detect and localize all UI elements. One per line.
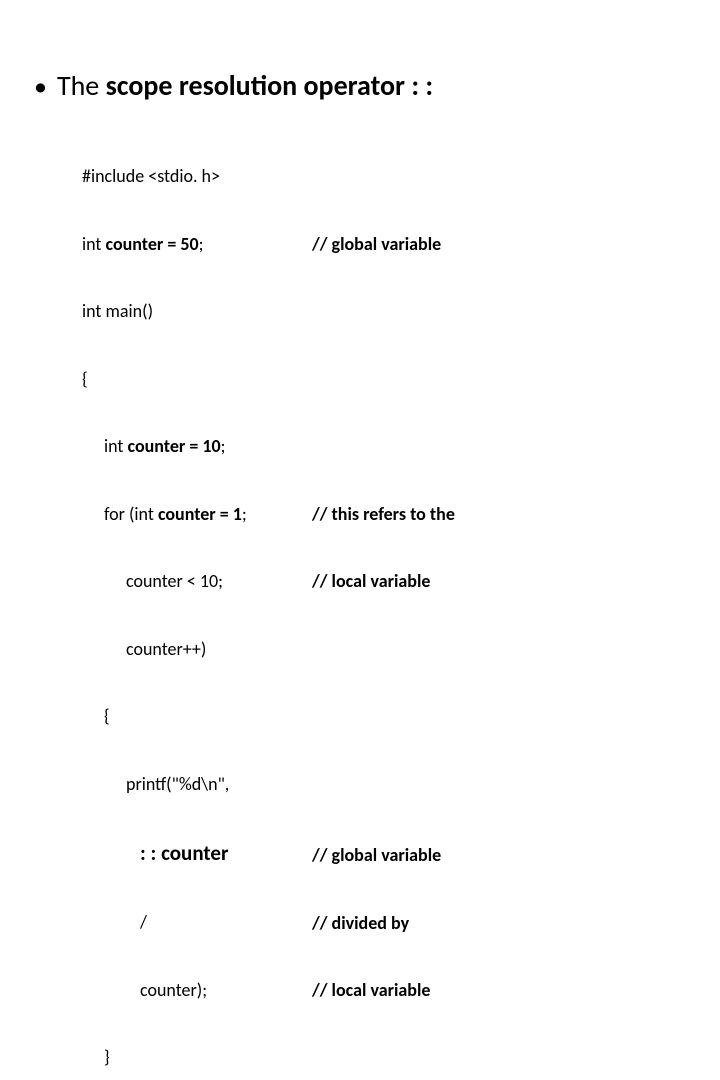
code-column: #include <stdio. h> int counter = 50; in… (82, 120, 312, 1080)
code-text: counter < 10; (126, 570, 223, 592)
code-inner-brace-close: } (82, 1046, 312, 1069)
code-for-init: for (int counter = 1; (82, 503, 312, 526)
comment-divided-by: // divided by (312, 912, 612, 935)
code-text: counter++) (126, 638, 206, 660)
code-text: printf("%d\n", (126, 773, 229, 795)
code-text: : : counter (140, 840, 228, 866)
code-brace-open: { (82, 368, 312, 391)
comment-local-var: // local variable (312, 570, 612, 593)
code-text: } (104, 1046, 110, 1068)
bullet-title: scope resolution operator (106, 68, 412, 103)
comment-global-var: // global variable (312, 233, 612, 256)
comment-local-var-2: // local variable (312, 979, 612, 1002)
code-text: ; (199, 233, 204, 255)
comment-blank (312, 705, 612, 728)
code-counter-arg: counter); (82, 979, 312, 1002)
code-text: int (82, 233, 106, 255)
code-local-counter: int counter = 10; (82, 435, 312, 458)
comment-blank (312, 435, 612, 458)
code-divide: / (82, 911, 312, 934)
code-text: / (140, 911, 147, 933)
bullet-the: The (57, 68, 106, 103)
bullet-dot-icon: • (34, 73, 47, 99)
content-columns: #include <stdio. h> int counter = 50; in… (82, 120, 690, 1080)
bullet-heading: • The scope resolution operator : : (30, 70, 690, 102)
code-bold: counter = 1 (158, 503, 242, 525)
code-main-decl: int main() (82, 300, 312, 323)
code-text: { (104, 705, 110, 727)
code-text: counter); (140, 979, 207, 1001)
code-include: #include <stdio. h> (82, 165, 312, 188)
comment-refers-to: // this refers to the (312, 503, 612, 526)
slide: • The scope resolution operator : : #inc… (0, 0, 720, 540)
comment-blank (312, 638, 612, 661)
code-for-inc: counter++) (82, 638, 312, 661)
comment-global-var-2: // global variable (312, 840, 612, 867)
comment-column: // global variable // this refers to the… (312, 120, 612, 1080)
bullet-text: The scope resolution operator : : (57, 70, 433, 102)
code-text: ; (242, 503, 247, 525)
code-bold: counter = 10 (128, 435, 221, 457)
code-printf: printf("%d\n", (82, 773, 312, 796)
code-text: for (int (104, 503, 158, 525)
code-text: #include <stdio. h> (82, 165, 220, 187)
code-scope-counter: : : counter (82, 840, 312, 866)
code-text: { (82, 368, 88, 390)
bullet-operator: : : (411, 68, 433, 103)
code-text: int (104, 435, 128, 457)
comment-blank (312, 300, 612, 323)
comment-blank (312, 773, 612, 796)
comment-blank (312, 165, 612, 188)
code-for-cond: counter < 10; (82, 570, 312, 593)
code-inner-brace-open: { (82, 705, 312, 728)
code-bold: counter = 50 (106, 233, 199, 255)
code-global-counter: int counter = 50; (82, 233, 312, 256)
comment-blank (312, 368, 612, 391)
code-text: ; (221, 435, 226, 457)
code-text: int main() (82, 300, 153, 322)
